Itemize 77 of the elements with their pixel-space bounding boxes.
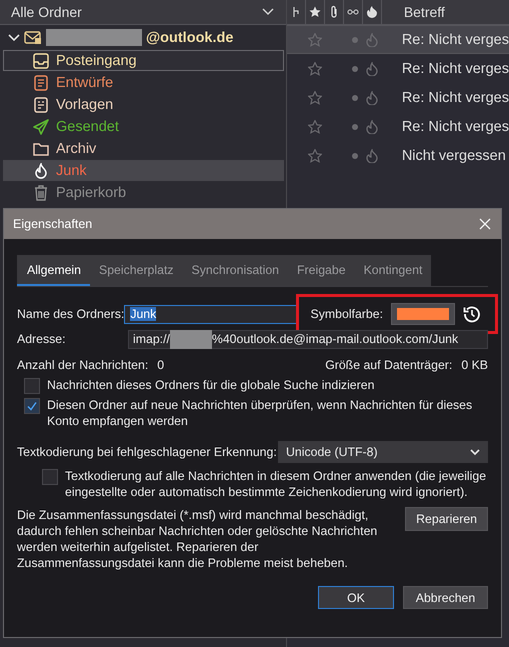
chevron-down-icon xyxy=(262,8,274,16)
chevron-down-icon xyxy=(470,448,480,456)
account-name[interactable]: @outlook.de xyxy=(146,30,234,46)
glasses-icon xyxy=(346,9,359,15)
flame-icon[interactable] xyxy=(366,120,378,134)
flame-icon[interactable] xyxy=(366,148,378,162)
thread-icon xyxy=(292,6,300,18)
folder-item[interactable]: Vorlagen xyxy=(3,94,284,115)
folder-item[interactable]: Posteingang xyxy=(3,50,284,71)
checkbox-label[interactable]: Nachrichten dieses Ordners für die globale Suche indizieren xyxy=(47,377,374,393)
message-subject: Re: Nicht verges xyxy=(402,32,509,48)
message-count: 0 xyxy=(157,358,164,372)
repair-button[interactable]: Reparieren xyxy=(405,507,488,531)
checkbox[interactable] xyxy=(42,469,58,485)
dot-icon xyxy=(352,66,358,72)
flame-icon[interactable] xyxy=(366,32,378,46)
flame-icon[interactable] xyxy=(366,90,378,104)
flame-icon xyxy=(33,162,49,178)
address-suffix: %40outlook.de@imap-mail.outlook.com/Junk xyxy=(212,332,458,346)
folder-item[interactable]: Gesendet xyxy=(3,116,284,137)
tab[interactable]: Speicherplatz xyxy=(90,255,183,286)
checkbox-label[interactable]: Diesen Ordner auf neue Nachrichten überprüfen, wenn Nachrichten für dieses Konto empfangen werden xyxy=(47,397,488,429)
paperclip-icon xyxy=(330,5,338,19)
tab[interactable]: Freigabe xyxy=(288,255,355,286)
checkbox-label[interactable]: Textkodierung auf alle Nachrichten in diesem Ordner anwenden (die jeweilige eingestellte oder automatisch bestimmte Zeichenkodierung wird ignoriert). xyxy=(65,468,488,500)
message-row[interactable]: Re: Nicht verges xyxy=(286,54,509,83)
star-icon[interactable] xyxy=(308,90,322,104)
check-icon xyxy=(26,400,38,412)
folder-picker[interactable]: Alle Ordner xyxy=(0,0,286,25)
folder-item[interactable]: Papierkorb xyxy=(3,182,284,203)
close-icon[interactable] xyxy=(479,218,491,230)
tab[interactable]: Kontingent xyxy=(354,255,432,286)
color-picker[interactable] xyxy=(391,303,455,325)
checkbox[interactable] xyxy=(24,378,40,394)
address-label: Adresse: xyxy=(17,332,66,346)
flame-icon[interactable] xyxy=(366,62,378,76)
message-subject: Re: Nicht verges xyxy=(402,60,509,76)
encoding-dropdown[interactable]: Unicode (UTF-8) xyxy=(278,441,488,463)
message-row[interactable]: Re: Nicht verges xyxy=(286,112,509,141)
dialog-title: Eigenschaften xyxy=(13,217,92,231)
cancel-button[interactable]: Abbrechen xyxy=(403,586,488,609)
address-prefix: imap:// xyxy=(133,332,170,346)
folder-item[interactable]: Archiv xyxy=(3,138,284,159)
star-icon[interactable] xyxy=(308,32,322,46)
flame-icon xyxy=(366,6,377,18)
star-icon[interactable] xyxy=(308,148,322,162)
mail-lock-icon xyxy=(24,30,42,44)
message-row[interactable]: Re: Nicht verges xyxy=(286,25,509,54)
repair-description: Die Zusammenfassungsdatei (*.msf) wird manchmal beschädigt, dadurch fehlen scheinbar Nachrichten oder gelöschte Nachrichten werden weiterhin aufgelistet. Reparieren der Zusammenfassungsdatei kann die Probleme meist beheben. xyxy=(17,507,378,571)
star-icon xyxy=(308,6,321,18)
message-row[interactable]: Nicht vergessen xyxy=(286,141,509,170)
message-subject: Nicht vergessen xyxy=(402,148,506,164)
message-row[interactable]: Re: Nicht verges xyxy=(286,83,509,112)
star-icon[interactable] xyxy=(308,62,322,76)
message-subject: Re: Nicht verges xyxy=(402,118,509,134)
checkbox[interactable] xyxy=(24,398,40,414)
subject-column-header[interactable]: Betreff xyxy=(382,4,445,20)
folder-item[interactable]: Entwürfe xyxy=(3,72,284,93)
dot-icon xyxy=(352,124,358,130)
size-value: 0 KB xyxy=(461,358,488,372)
expand-chevron-icon[interactable] xyxy=(8,32,20,42)
ok-button[interactable]: OK xyxy=(318,586,394,609)
dot-icon xyxy=(352,152,358,158)
tab[interactable]: Allgemein xyxy=(17,255,90,286)
reset-history-icon[interactable] xyxy=(463,305,481,323)
star-icon[interactable] xyxy=(308,120,322,134)
address-field[interactable]: imap:// %40outlook.de@imap-mail.outlook.com/Junk xyxy=(128,330,488,348)
message-count-label: Anzahl der Nachrichten: xyxy=(17,358,148,372)
name-label: Name des Ordners: xyxy=(17,307,124,321)
dot-icon xyxy=(352,36,358,42)
symbol-color-label: Symbolfarbe: xyxy=(310,307,383,321)
redacted-area xyxy=(170,330,212,348)
encoding-label: Textkodierung bei fehlgeschlagener Erkennung: xyxy=(17,445,277,459)
message-subject: Re: Nicht verges xyxy=(402,90,509,106)
dot-icon xyxy=(352,94,358,100)
size-label: Größe auf Datenträger: xyxy=(325,358,452,372)
tab[interactable]: Synchronisation xyxy=(182,255,288,286)
